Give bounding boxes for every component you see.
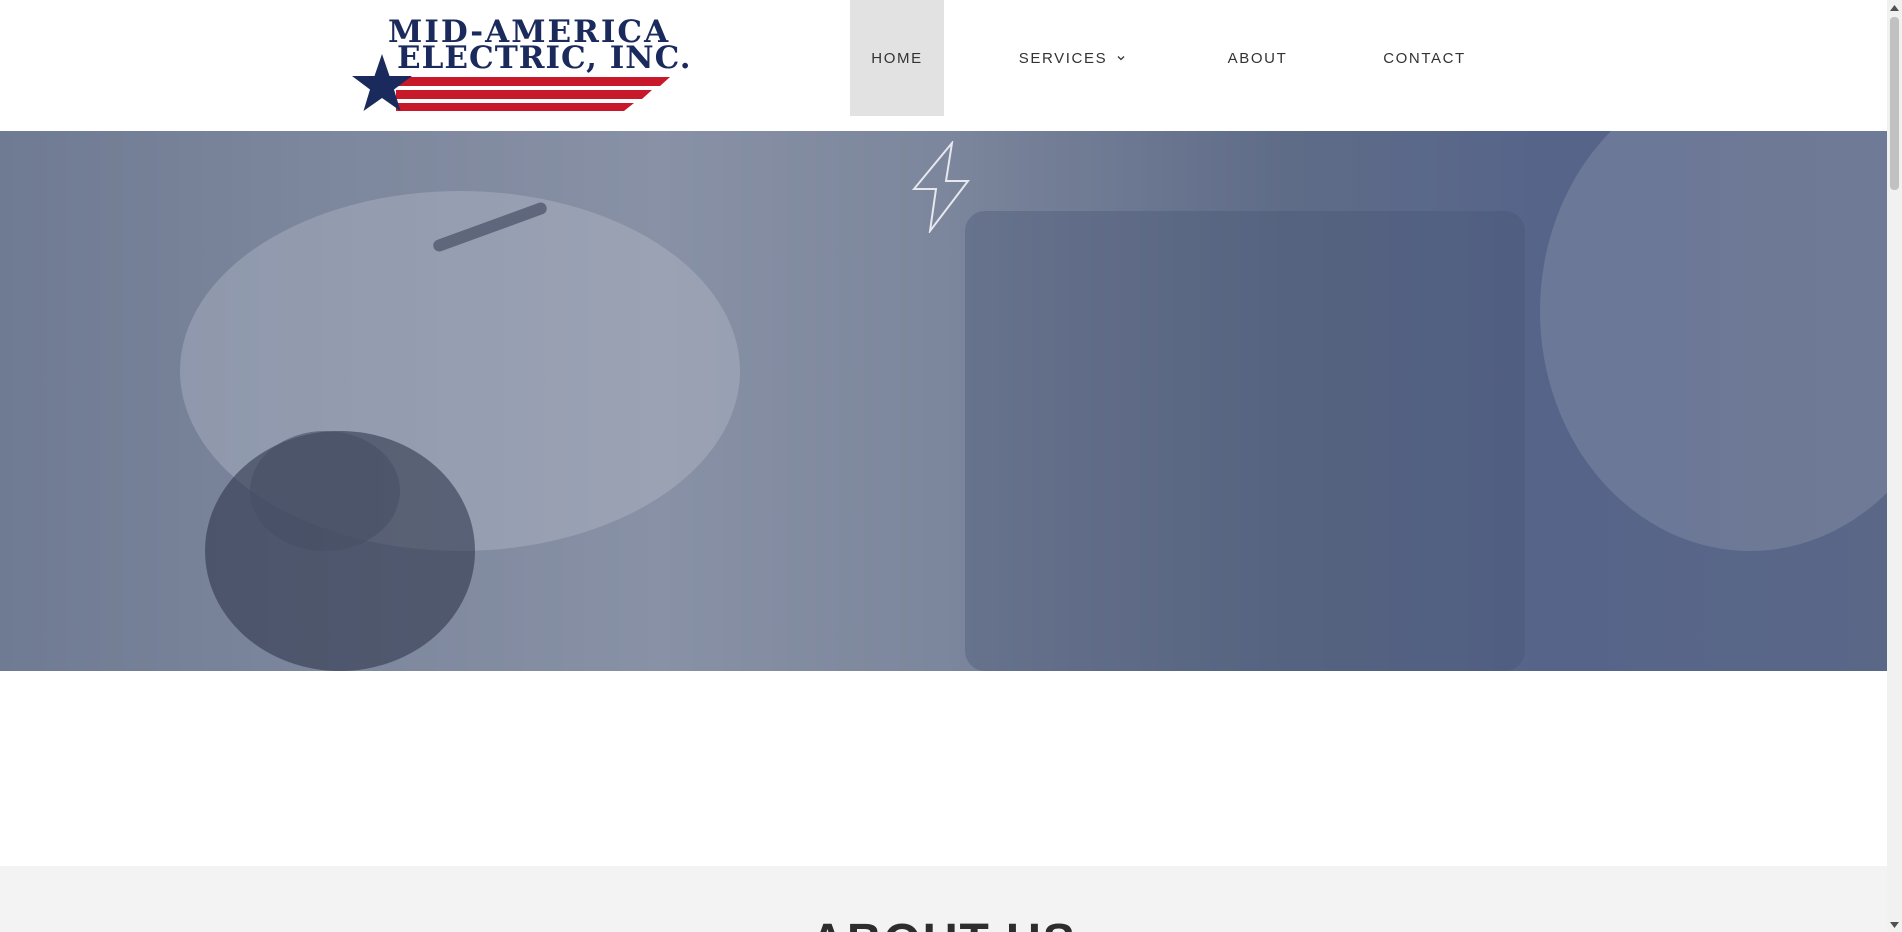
- nav-about-label: ABOUT: [1227, 49, 1288, 67]
- scroll-down-arrow-icon[interactable]: [1887, 917, 1902, 932]
- hero-photo-face: [1540, 131, 1887, 551]
- hero-banner: [0, 131, 1887, 671]
- about-section: ABOUT US: [0, 866, 1887, 932]
- hero-photo-watch-face: [250, 431, 400, 551]
- main-nav: HOME SERVICES ABOUT CONTACT: [850, 0, 1535, 116]
- site-header: MID-AMERICA ELECTRIC, INC. HOME SERVICES…: [0, 0, 1887, 131]
- site-logo[interactable]: MID-AMERICA ELECTRIC, INC.: [352, 14, 691, 114]
- nav-services-label: SERVICES: [1018, 49, 1108, 67]
- star-icon: [352, 54, 412, 111]
- nav-item-about[interactable]: ABOUT: [1201, 0, 1314, 116]
- hero-photo-panel: [965, 211, 1525, 671]
- page-scrollbar[interactable]: [1887, 0, 1902, 932]
- nav-contact-label: CONTACT: [1383, 49, 1466, 67]
- about-title: ABOUT US: [0, 914, 1887, 932]
- scroll-up-arrow-icon[interactable]: [1887, 0, 1902, 15]
- nav-home-label: HOME: [871, 49, 923, 67]
- nav-item-home[interactable]: HOME: [850, 0, 944, 116]
- page: MID-AMERICA ELECTRIC, INC. HOME SERVICES…: [0, 0, 1902, 932]
- scrollbar-thumb[interactable]: [1890, 17, 1899, 190]
- nav-item-services[interactable]: SERVICES: [944, 0, 1201, 116]
- chevron-down-icon: [1117, 56, 1125, 61]
- logo-star-stripes: [352, 54, 670, 111]
- nav-item-contact[interactable]: CONTACT: [1314, 0, 1535, 116]
- lightning-bolt-icon: [912, 141, 970, 233]
